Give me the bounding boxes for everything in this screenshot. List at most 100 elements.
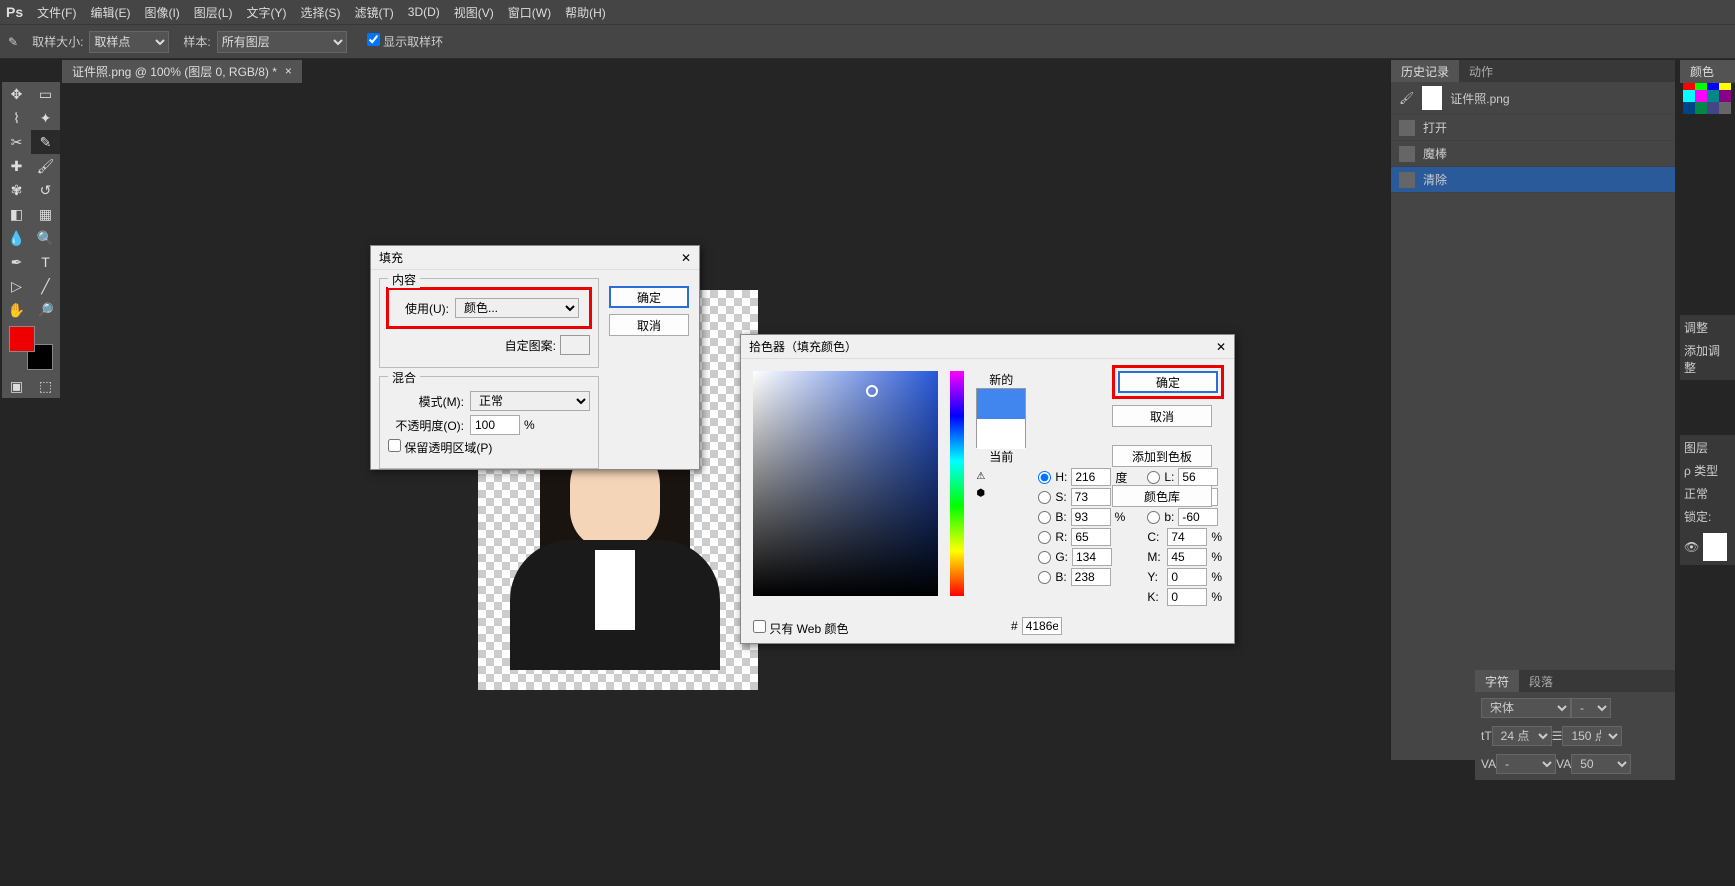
tracking-select[interactable]: 50 (1571, 754, 1631, 774)
cp-cancel-button[interactable]: 取消 (1112, 405, 1212, 427)
menu-3d[interactable]: 3D(D) (408, 5, 440, 19)
menu-layer[interactable]: 图层(L) (194, 4, 233, 21)
menu-window[interactable]: 窗口(W) (508, 4, 551, 21)
quick-mask-tool[interactable]: ▣ (2, 374, 31, 398)
hex-input[interactable] (1022, 617, 1062, 635)
fill-ok-button[interactable]: 确定 (609, 286, 689, 308)
use-select[interactable]: 颜色... (455, 298, 579, 318)
k-input[interactable] (1167, 588, 1207, 606)
color-field[interactable] (753, 371, 938, 596)
eraser-tool[interactable]: ◧ (2, 202, 31, 226)
cp-ok-button[interactable]: 确定 (1118, 371, 1218, 393)
h-input[interactable] (1071, 468, 1111, 486)
eye-icon[interactable]: 👁 (1684, 540, 1699, 554)
close-icon[interactable]: ✕ (1216, 340, 1226, 354)
pattern-thumb[interactable] (560, 335, 590, 355)
sample-size-select[interactable]: 取样点 (89, 31, 169, 53)
bv-input[interactable] (1071, 568, 1111, 586)
move-tool[interactable]: ✥ (2, 82, 31, 106)
g-input[interactable] (1072, 548, 1112, 566)
h-radio[interactable] (1038, 471, 1051, 484)
menu-edit[interactable]: 编辑(E) (90, 4, 130, 21)
brush-tool[interactable]: 🖌 (31, 154, 60, 178)
m-input[interactable] (1167, 548, 1207, 566)
type-tool[interactable]: T (31, 250, 60, 274)
g-radio[interactable] (1038, 551, 1051, 564)
menu-file[interactable]: 文件(F) (37, 4, 76, 21)
menu-image[interactable]: 图像(I) (144, 4, 179, 21)
cp-libraries-button[interactable]: 颜色库 (1112, 485, 1212, 507)
fill-cancel-button[interactable]: 取消 (609, 314, 689, 336)
zoom-tool[interactable]: 🔎 (31, 298, 60, 322)
b-radio[interactable] (1038, 511, 1051, 524)
font-select[interactable]: 宋体 (1481, 698, 1571, 718)
kerning-select[interactable]: - (1496, 754, 1556, 774)
preserve-trans-checkbox[interactable]: 保留透明区域(P) (388, 439, 492, 456)
clone-tool[interactable]: ✾ (2, 178, 31, 202)
history-step[interactable]: 打开 (1391, 115, 1675, 141)
r-input[interactable] (1071, 528, 1111, 546)
bv-radio[interactable] (1038, 571, 1051, 584)
cp-add-swatch-button[interactable]: 添加到色板 (1112, 445, 1212, 467)
pen-tool[interactable]: ✒ (2, 250, 31, 274)
menu-help[interactable]: 帮助(H) (565, 4, 606, 21)
history-step[interactable]: 清除 (1391, 167, 1675, 193)
close-tab-icon[interactable]: × (285, 64, 292, 78)
fg-color[interactable] (9, 326, 35, 352)
blur-tool[interactable]: 💧 (2, 226, 31, 250)
crop-tool[interactable]: ✂ (2, 130, 31, 154)
spot-heal-tool[interactable]: ✚ (2, 154, 31, 178)
s-radio[interactable] (1038, 491, 1051, 504)
tab-history[interactable]: 历史记录 (1391, 60, 1459, 82)
mode-select[interactable]: 正常 (470, 391, 590, 411)
hand-tool[interactable]: ✋ (2, 298, 31, 322)
dodge-tool[interactable]: 🔍 (31, 226, 60, 250)
opacity-input[interactable] (470, 415, 520, 435)
document-tab[interactable]: 证件照.png @ 100% (图层 0, RGB/8) * × (62, 60, 302, 83)
history-doc[interactable]: 🖌 证件照.png (1391, 82, 1675, 115)
path-tool[interactable]: ▷ (2, 274, 31, 298)
font-size-select[interactable]: 24 点 (1492, 726, 1552, 746)
gradient-tool[interactable]: ▦ (31, 202, 60, 226)
color-swatch[interactable] (9, 326, 53, 370)
warn-icon[interactable]: ⚠ (976, 471, 1026, 482)
tab-actions[interactable]: 动作 (1459, 60, 1503, 82)
history-step-label: 魔棒 (1423, 145, 1447, 162)
cube-icon[interactable]: ⬢ (976, 488, 1026, 499)
font-style-select[interactable]: - (1571, 698, 1611, 718)
web-only-checkbox[interactable]: 只有 Web 颜色 (753, 622, 848, 636)
swatches-mini[interactable] (1683, 78, 1733, 114)
leading-select[interactable]: 150 点 (1562, 726, 1622, 746)
screen-mode-tool[interactable]: ⬚ (31, 374, 60, 398)
lab-b-input[interactable] (1178, 508, 1218, 526)
tab-character[interactable]: 字符 (1475, 670, 1519, 692)
menu-type[interactable]: 文字(Y) (246, 4, 286, 21)
lasso-tool[interactable]: ⌇ (2, 106, 31, 130)
marquee-tool[interactable]: ▭ (31, 82, 60, 106)
show-ring-checkbox[interactable]: 显示取样环 (367, 33, 443, 50)
sample-select[interactable]: 所有图层 (217, 31, 347, 53)
menu-view[interactable]: 视图(V) (454, 4, 494, 21)
brush-icon: 🖌 (1399, 91, 1414, 105)
b-input[interactable] (1071, 508, 1111, 526)
history-brush-tool[interactable]: ↺ (31, 178, 60, 202)
history-step[interactable]: 魔棒 (1391, 141, 1675, 167)
menu-select[interactable]: 选择(S) (300, 4, 340, 21)
lab-b-radio[interactable] (1147, 511, 1160, 524)
tab-paragraph[interactable]: 段落 (1519, 670, 1563, 692)
layer-thumb[interactable] (1703, 533, 1727, 561)
color-panel-tab[interactable]: 颜色 (1680, 60, 1735, 83)
mode-label: 模式(M): (388, 393, 464, 410)
s-input[interactable] (1071, 488, 1111, 506)
y-input[interactable] (1167, 568, 1207, 586)
adjust-panel[interactable]: 调整 添加调整 (1680, 315, 1735, 380)
eyedropper-tool[interactable]: ✎ (31, 130, 60, 154)
menu-filter[interactable]: 滤镜(T) (354, 4, 393, 21)
c-input[interactable] (1167, 528, 1207, 546)
magic-wand-tool[interactable]: ✦ (31, 106, 60, 130)
r-radio[interactable] (1038, 531, 1051, 544)
layers-panel[interactable]: 图层 ρ 类型 正常 锁定: 👁 (1680, 435, 1735, 565)
close-icon[interactable]: ✕ (681, 251, 691, 265)
hue-slider[interactable] (950, 371, 965, 596)
shape-tool[interactable]: ╱ (31, 274, 60, 298)
